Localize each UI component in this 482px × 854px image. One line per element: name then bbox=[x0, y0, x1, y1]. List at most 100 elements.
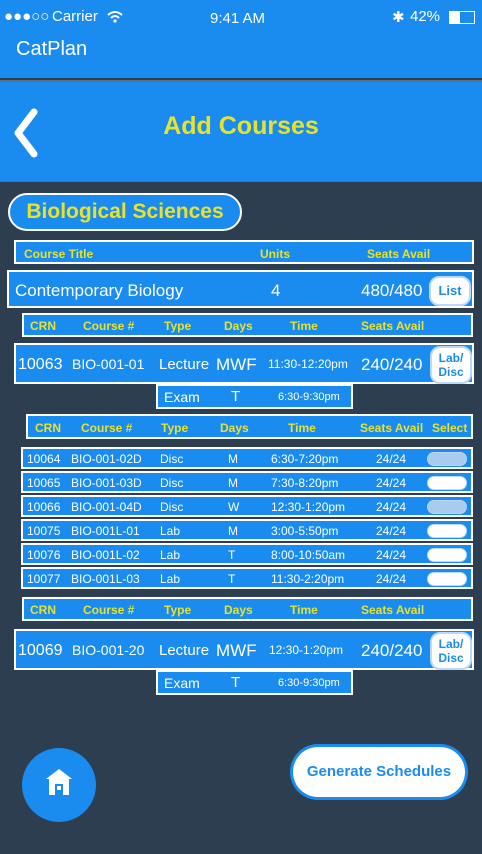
bluetooth-icon: ✱ bbox=[392, 9, 405, 26]
lab-type: Lab bbox=[160, 572, 181, 586]
section-time: 12:30-1:20pm bbox=[269, 643, 344, 657]
column-header-type: Type bbox=[161, 421, 189, 435]
clock: 9:41 AM bbox=[210, 10, 266, 27]
exam-type: Exam bbox=[164, 675, 200, 691]
column-header-units: Units bbox=[260, 247, 290, 261]
lab-course-number: BIO-001L-02 bbox=[71, 548, 140, 562]
section-table-header: CRN Course # Type Days Time Seats Avail bbox=[22, 597, 473, 621]
course-seats: 480/480 bbox=[361, 281, 423, 300]
lab-days: M bbox=[228, 476, 238, 490]
lab-seats: 24/24 bbox=[376, 572, 407, 586]
select-toggle[interactable] bbox=[427, 452, 467, 466]
course-table-header: Course Title Units Seats Avail bbox=[14, 240, 474, 264]
column-header-time: Time bbox=[290, 603, 318, 617]
select-toggle[interactable] bbox=[427, 572, 467, 586]
lab-row[interactable]: 10066 BIO-001-04D Disc W 12:30-1:20pm 24… bbox=[21, 495, 473, 517]
lab-days: T bbox=[228, 548, 236, 562]
lab-type: Lab bbox=[160, 548, 181, 562]
lab-crn: 10075 bbox=[27, 524, 61, 538]
lab-days: T bbox=[228, 572, 236, 586]
section-table-header: CRN Course # Type Days Time Seats Avail bbox=[22, 313, 473, 337]
signal-icon: ●●●○○ bbox=[4, 8, 50, 25]
lab-days: M bbox=[228, 452, 238, 466]
lab-crn: 10076 bbox=[27, 548, 61, 562]
select-toggle[interactable] bbox=[427, 500, 467, 514]
battery-percent: 42% bbox=[410, 8, 441, 25]
lab-course-number: BIO-001-03D bbox=[71, 476, 142, 490]
lab-course-number: BIO-001-04D bbox=[71, 500, 142, 514]
lab-disc-button[interactable]: Lab/ Disc bbox=[430, 632, 472, 670]
app-name: CatPlan bbox=[16, 38, 88, 60]
select-toggle[interactable] bbox=[427, 548, 467, 562]
column-header-crn: CRN bbox=[30, 319, 56, 333]
lab-course-number: BIO-001L-03 bbox=[71, 572, 140, 586]
lab-seats: 24/24 bbox=[376, 524, 407, 538]
select-toggle[interactable] bbox=[427, 476, 467, 490]
course-units: 4 bbox=[271, 281, 281, 300]
lab-row[interactable]: 10077 BIO-001L-03 Lab T 11:30-2:20pm 24/… bbox=[21, 567, 473, 589]
column-header-crn: CRN bbox=[35, 421, 61, 435]
section-crn: 10063 bbox=[18, 356, 63, 373]
section-seats: 240/240 bbox=[361, 641, 423, 660]
lab-seats: 24/24 bbox=[376, 500, 407, 514]
column-header-seats: Seats Avail bbox=[361, 603, 425, 617]
exam-row: Exam T 6:30-9:30pm bbox=[156, 670, 353, 695]
lab-type: Disc bbox=[160, 476, 184, 490]
column-header-select: Select bbox=[432, 421, 468, 435]
column-header-days: Days bbox=[224, 603, 253, 617]
column-header-time: Time bbox=[290, 319, 318, 333]
home-button[interactable] bbox=[22, 748, 96, 822]
lab-seats: 24/24 bbox=[376, 476, 407, 490]
column-header-days: Days bbox=[220, 421, 249, 435]
generate-schedules-label: Generate Schedules bbox=[293, 747, 465, 797]
exam-row: Exam T 6:30-9:30pm bbox=[156, 384, 353, 409]
lab-row[interactable]: 10075 BIO-001L-01 Lab M 3:00-5:50pm 24/2… bbox=[21, 519, 473, 541]
generate-schedules-button[interactable]: Generate Schedules bbox=[290, 744, 468, 800]
section-type: Lecture bbox=[159, 642, 210, 659]
exam-type: Exam bbox=[164, 389, 200, 405]
column-header-type: Type bbox=[164, 603, 192, 617]
lab-row[interactable]: 10076 BIO-001L-02 Lab T 8:00-10:50am 24/… bbox=[21, 543, 473, 565]
page-title: Add Courses bbox=[163, 112, 319, 140]
section-days: MWF bbox=[216, 355, 257, 374]
lab-disc-button[interactable]: Lab/ Disc bbox=[430, 346, 472, 384]
lab-time: 8:00-10:50am bbox=[271, 548, 346, 562]
exam-days: T bbox=[231, 388, 241, 405]
course-title: Contemporary Biology bbox=[15, 281, 184, 300]
lab-type: Disc bbox=[160, 500, 184, 514]
lab-type: Lab bbox=[160, 524, 181, 538]
lab-crn: 10064 bbox=[27, 452, 61, 466]
lab-type: Disc bbox=[160, 452, 184, 466]
lab-table-header: CRN Course # Type Days Time Seats Avail … bbox=[26, 414, 473, 439]
column-header-crn: CRN bbox=[30, 603, 56, 617]
column-header-days: Days bbox=[224, 319, 253, 333]
lab-row[interactable]: 10065 BIO-001-03D Disc M 7:30-8:20pm 24/… bbox=[21, 471, 473, 493]
column-header-course: Course # bbox=[83, 603, 135, 617]
page-header: Add Courses bbox=[0, 80, 482, 182]
section-crn: 10069 bbox=[18, 642, 63, 659]
lab-crn: 10066 bbox=[27, 500, 61, 514]
section-time: 11:30-12:20pm bbox=[268, 357, 348, 371]
home-icon bbox=[46, 769, 72, 795]
exam-time: 6:30-9:30pm bbox=[278, 677, 340, 689]
column-header-course: Course # bbox=[83, 319, 135, 333]
lab-time: 7:30-8:20pm bbox=[271, 476, 339, 490]
column-header-seats: Seats Avail bbox=[361, 319, 425, 333]
column-header-seats: Seats Avail bbox=[360, 421, 424, 435]
lab-time: 11:30-2:20pm bbox=[271, 572, 345, 586]
lab-seats: 24/24 bbox=[376, 452, 407, 466]
lab-crn: 10065 bbox=[27, 476, 61, 490]
section-row: 10069 BIO-001-20 Lecture MWF 12:30-1:20p… bbox=[14, 629, 474, 670]
wifi-icon bbox=[107, 11, 123, 23]
column-header-title: Course Title bbox=[24, 247, 94, 261]
section-row: 10063 BIO-001-01 Lecture MWF 11:30-12:20… bbox=[14, 343, 474, 384]
lab-days: W bbox=[228, 500, 240, 514]
column-header-course: Course # bbox=[81, 421, 133, 435]
lab-crn: 10077 bbox=[27, 572, 61, 586]
section-course-number: BIO-001-01 bbox=[72, 356, 145, 372]
lab-course-number: BIO-001-02D bbox=[71, 452, 142, 466]
select-toggle[interactable] bbox=[427, 524, 467, 538]
exam-days: T bbox=[231, 674, 241, 691]
list-button[interactable]: List bbox=[429, 276, 471, 306]
lab-row[interactable]: 10064 BIO-001-02D Disc M 6:30-7:20pm 24/… bbox=[21, 447, 473, 469]
